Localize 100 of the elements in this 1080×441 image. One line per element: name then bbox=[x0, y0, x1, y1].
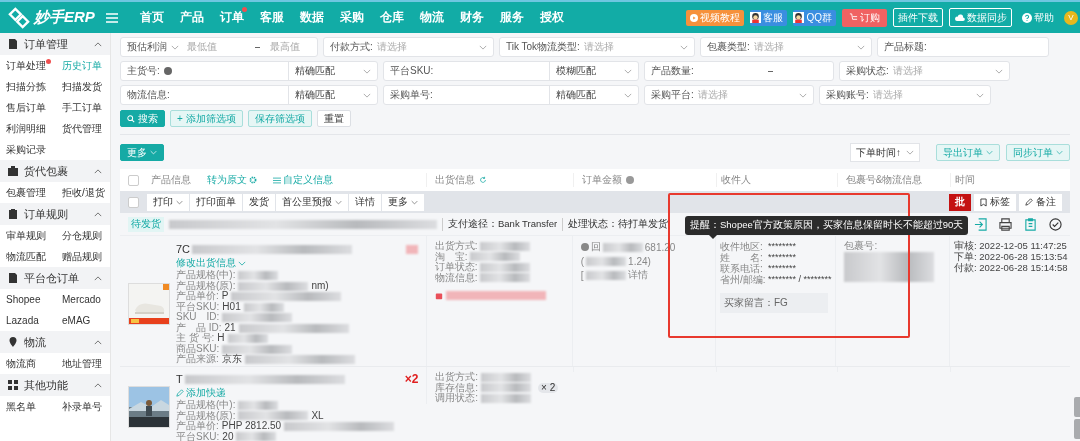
match-select[interactable]: 精确匹配 bbox=[549, 86, 632, 104]
sidebar-section-header[interactable]: 订单管理 bbox=[0, 33, 110, 55]
field-value: P bbox=[221, 291, 229, 302]
penguin-icon bbox=[793, 12, 805, 23]
action-button[interactable]: 发货 bbox=[243, 193, 275, 211]
clipboard-icon bbox=[8, 209, 18, 219]
sort-select[interactable]: 下单时间↑ bbox=[850, 143, 920, 162]
sidebar-item[interactable]: 审单规则 bbox=[0, 225, 56, 246]
menu-icon[interactable] bbox=[106, 12, 118, 23]
action-button[interactable]: 详情 bbox=[349, 193, 381, 211]
blurred-text bbox=[236, 432, 277, 441]
sidebar-item[interactable]: 订单处理 bbox=[0, 55, 56, 76]
filter-field[interactable]: 采购状态: 请选择 bbox=[839, 61, 1010, 81]
batch-button[interactable]: 批 bbox=[949, 193, 971, 211]
sidebar-item[interactable]: 扫描发货 bbox=[56, 76, 110, 97]
field-label: 付款方式: bbox=[330, 40, 373, 54]
field-label: 包裹类型: bbox=[707, 40, 750, 54]
action-button[interactable]: 打印 bbox=[147, 193, 189, 211]
caret-icon bbox=[1056, 150, 1063, 155]
field-label: 产品标题: bbox=[884, 40, 927, 54]
refresh-icon[interactable] bbox=[479, 176, 488, 184]
column-header: 产品信息 bbox=[151, 173, 191, 187]
gear-icon bbox=[249, 176, 257, 184]
field-label: 产品数量: bbox=[651, 64, 694, 78]
match-select[interactable]: 精确匹配 bbox=[288, 86, 371, 104]
sidebar-item[interactable]: Mercado bbox=[56, 289, 110, 310]
side-tab[interactable] bbox=[1074, 419, 1080, 439]
caret-icon bbox=[799, 92, 807, 98]
filter-field[interactable]: 采购账号: 请选择 bbox=[819, 85, 991, 105]
sidebar-item[interactable]: 拒收/退货 bbox=[56, 182, 110, 203]
blurred-text bbox=[585, 270, 626, 280]
sidebar-item[interactable]: 售后订单 bbox=[0, 97, 56, 118]
filter-field[interactable]: 产品数量: bbox=[644, 61, 834, 81]
checkbox[interactable] bbox=[128, 196, 139, 208]
buyer-message: 买家留言：FG bbox=[719, 293, 828, 313]
filter-field[interactable]: 主货号: 精确匹配 bbox=[120, 61, 378, 81]
check-circle-icon[interactable] bbox=[1049, 217, 1062, 231]
tag-button[interactable]: 标签 bbox=[974, 193, 1016, 211]
sidebar-item[interactable]: 包裹管理 bbox=[0, 182, 56, 203]
sidebar-item[interactable]: 手工订单 bbox=[56, 97, 110, 118]
notification-dot bbox=[242, 7, 247, 12]
import-icon[interactable] bbox=[974, 217, 987, 231]
match-select[interactable]: 精确匹配 bbox=[288, 62, 371, 80]
filter-field[interactable]: 采购单号: 精确匹配 bbox=[383, 85, 639, 105]
filter-field[interactable]: Tik Tok物流类型: 请选择 bbox=[499, 37, 695, 57]
filter-field[interactable]: 采购平台: 请选择 bbox=[644, 85, 814, 105]
field-label: 出货方式: bbox=[434, 241, 478, 252]
field-label: 产 品 ID: bbox=[176, 322, 222, 333]
field-value: ******** bbox=[767, 263, 796, 274]
field-label: 省州/邮编: bbox=[719, 274, 767, 285]
field-value: ******** bbox=[767, 252, 796, 263]
sidebar-item[interactable]: 赠品规则 bbox=[56, 246, 110, 267]
sidebar-section-header[interactable]: 货代包裹 bbox=[0, 160, 110, 182]
sidebar-section-header[interactable]: 其他功能 bbox=[0, 374, 110, 396]
filter-field[interactable]: 包裹类型: 请选择 bbox=[700, 37, 872, 57]
action-button[interactable]: 打印面单 bbox=[190, 193, 242, 211]
sidebar-item[interactable]: 扫描分拣 bbox=[0, 76, 56, 97]
sidebar-item[interactable]: 物流商 bbox=[0, 353, 56, 374]
note-button[interactable]: 备注 bbox=[1019, 193, 1062, 211]
filter-button[interactable]: 重置 bbox=[316, 110, 351, 127]
sidebar-item[interactable]: 利润明细 bbox=[0, 118, 56, 139]
tooltip: 提醒：Shopee官方政策原因，买家信息保留时长不能超过90天 bbox=[685, 216, 969, 235]
printer-icon[interactable] bbox=[999, 217, 1012, 231]
sidebar-section-header[interactable]: 订单规则 bbox=[0, 203, 110, 225]
field-select[interactable]: 预估利润 bbox=[127, 40, 167, 54]
field-placeholder: 请选择 bbox=[583, 40, 615, 54]
column-header: 包裹号&物流信息 bbox=[845, 173, 923, 187]
filter-field[interactable]: 付款方式: 请选择 bbox=[323, 37, 494, 57]
field-label: 平台SKU: bbox=[176, 301, 220, 312]
side-tab[interactable] bbox=[1074, 397, 1080, 417]
field-value: 20 bbox=[222, 431, 234, 441]
sidebar-item[interactable]: eMAG bbox=[56, 310, 110, 331]
sidebar-item[interactable]: 黑名单 bbox=[0, 396, 56, 417]
checkbox[interactable] bbox=[128, 174, 139, 186]
filter-field[interactable]: 平台SKU: 模糊匹配 bbox=[383, 61, 639, 81]
action-button[interactable]: 更多 bbox=[382, 193, 424, 211]
sidebar-section-header[interactable]: 平台仓订单 bbox=[0, 267, 110, 289]
filter-field[interactable]: 产品标题: bbox=[877, 37, 1049, 57]
sidebar-item[interactable]: 采购记录 bbox=[0, 139, 56, 160]
help-icon bbox=[580, 243, 589, 251]
filter-field[interactable]: 预估利润 最低值 最高值 bbox=[120, 37, 318, 57]
sidebar-item[interactable]: 物流匹配 bbox=[0, 246, 56, 267]
field-value: H bbox=[217, 333, 225, 344]
field-label: 产品规格(原): bbox=[176, 410, 236, 421]
sidebar-item[interactable]: 补录单号 bbox=[56, 396, 110, 417]
sidebar-section-header[interactable]: 物流 bbox=[0, 331, 110, 353]
sidebar-item[interactable]: Shopee bbox=[0, 289, 56, 310]
sidebar-item[interactable]: Lazada bbox=[0, 310, 56, 331]
sidebar-item[interactable]: 货代管理 bbox=[56, 118, 110, 139]
match-select[interactable]: 模糊匹配 bbox=[549, 62, 632, 80]
action-button[interactable]: 首公里预报 bbox=[276, 193, 348, 211]
caret-icon bbox=[171, 44, 179, 50]
field-label: 产品来源: bbox=[176, 354, 219, 365]
play-icon bbox=[690, 13, 699, 22]
clipboard-icon[interactable] bbox=[1024, 217, 1037, 231]
time-text: 审核: 2022-12-05 11:47:25 bbox=[954, 241, 1066, 252]
filter-field[interactable]: 物流信息: 精确匹配 bbox=[120, 85, 378, 105]
sidebar-item[interactable]: 地址管理 bbox=[56, 353, 110, 374]
sidebar-item[interactable]: 分仓规则 bbox=[56, 225, 110, 246]
field-label: SKU ID: bbox=[176, 312, 220, 323]
